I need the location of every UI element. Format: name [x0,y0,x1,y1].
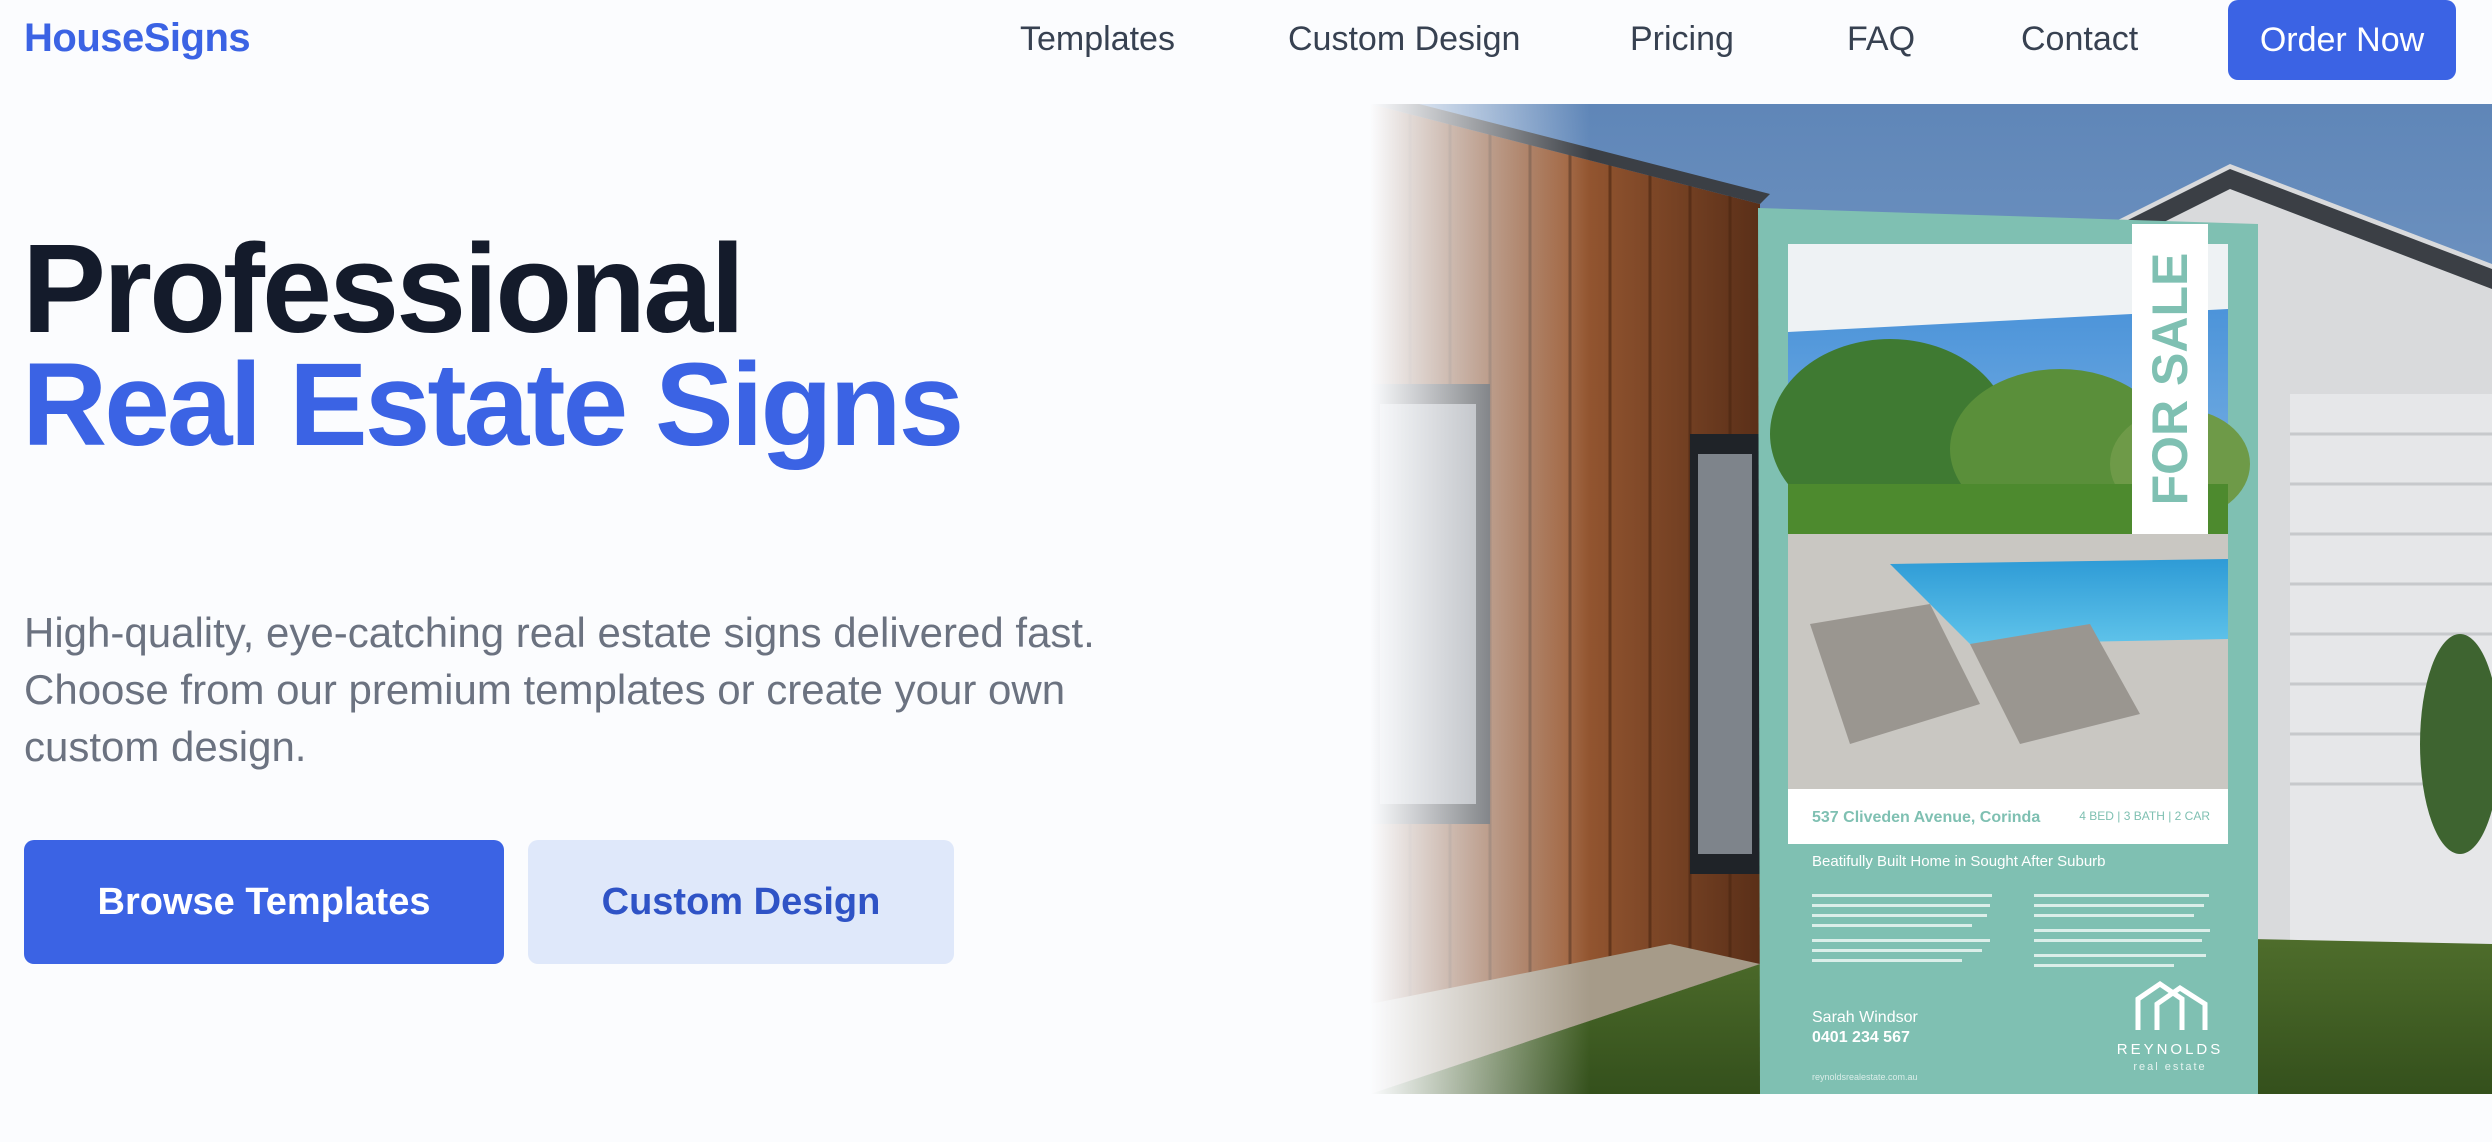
nav-link-contact[interactable]: Contact [2021,20,2138,59]
browse-templates-button[interactable]: Browse Templates [24,840,504,964]
hero-title-line1: Professional [22,218,745,359]
brand-logo[interactable]: HouseSigns [24,16,251,61]
hero-image: FOR SALE 537 Cliveden Avenue, Corinda 4 … [1370,104,2492,1094]
sign-agent-name: Sarah Windsor [1812,1009,1918,1026]
top-nav: HouseSigns Templates Custom Design Prici… [0,0,2492,80]
sign-address: 537 Cliveden Avenue, Corinda [1812,809,2040,826]
sign-specs: 4 BED | 3 BATH | 2 CAR [2079,809,2210,823]
sign-agency-sub: real estate [2133,1061,2206,1073]
order-now-button[interactable]: Order Now [2228,0,2456,80]
sign-website: reynoldsrealestate.com.au [1812,1072,1918,1082]
sign-agent-phone: 0401 234 567 [1812,1029,1910,1046]
hero-subtitle: High-quality, eye-catching real estate s… [24,609,1095,770]
nav-link-templates[interactable]: Templates [1020,20,1175,59]
sign-banner: FOR SALE [2142,253,2198,506]
custom-design-button[interactable]: Custom Design [528,840,954,964]
hero-title-line2: Real Estate Signs [22,339,964,471]
nav-link-custom-design[interactable]: Custom Design [1288,20,1520,59]
image-fade [1370,104,1590,1094]
nav-link-pricing[interactable]: Pricing [1630,20,1734,59]
nav-link-faq[interactable]: FAQ [1847,20,1915,59]
sign-agency: REYNOLDS [2117,1041,2224,1058]
sign-headline: Beatifully Built Home in Sought After Su… [1812,853,2106,870]
